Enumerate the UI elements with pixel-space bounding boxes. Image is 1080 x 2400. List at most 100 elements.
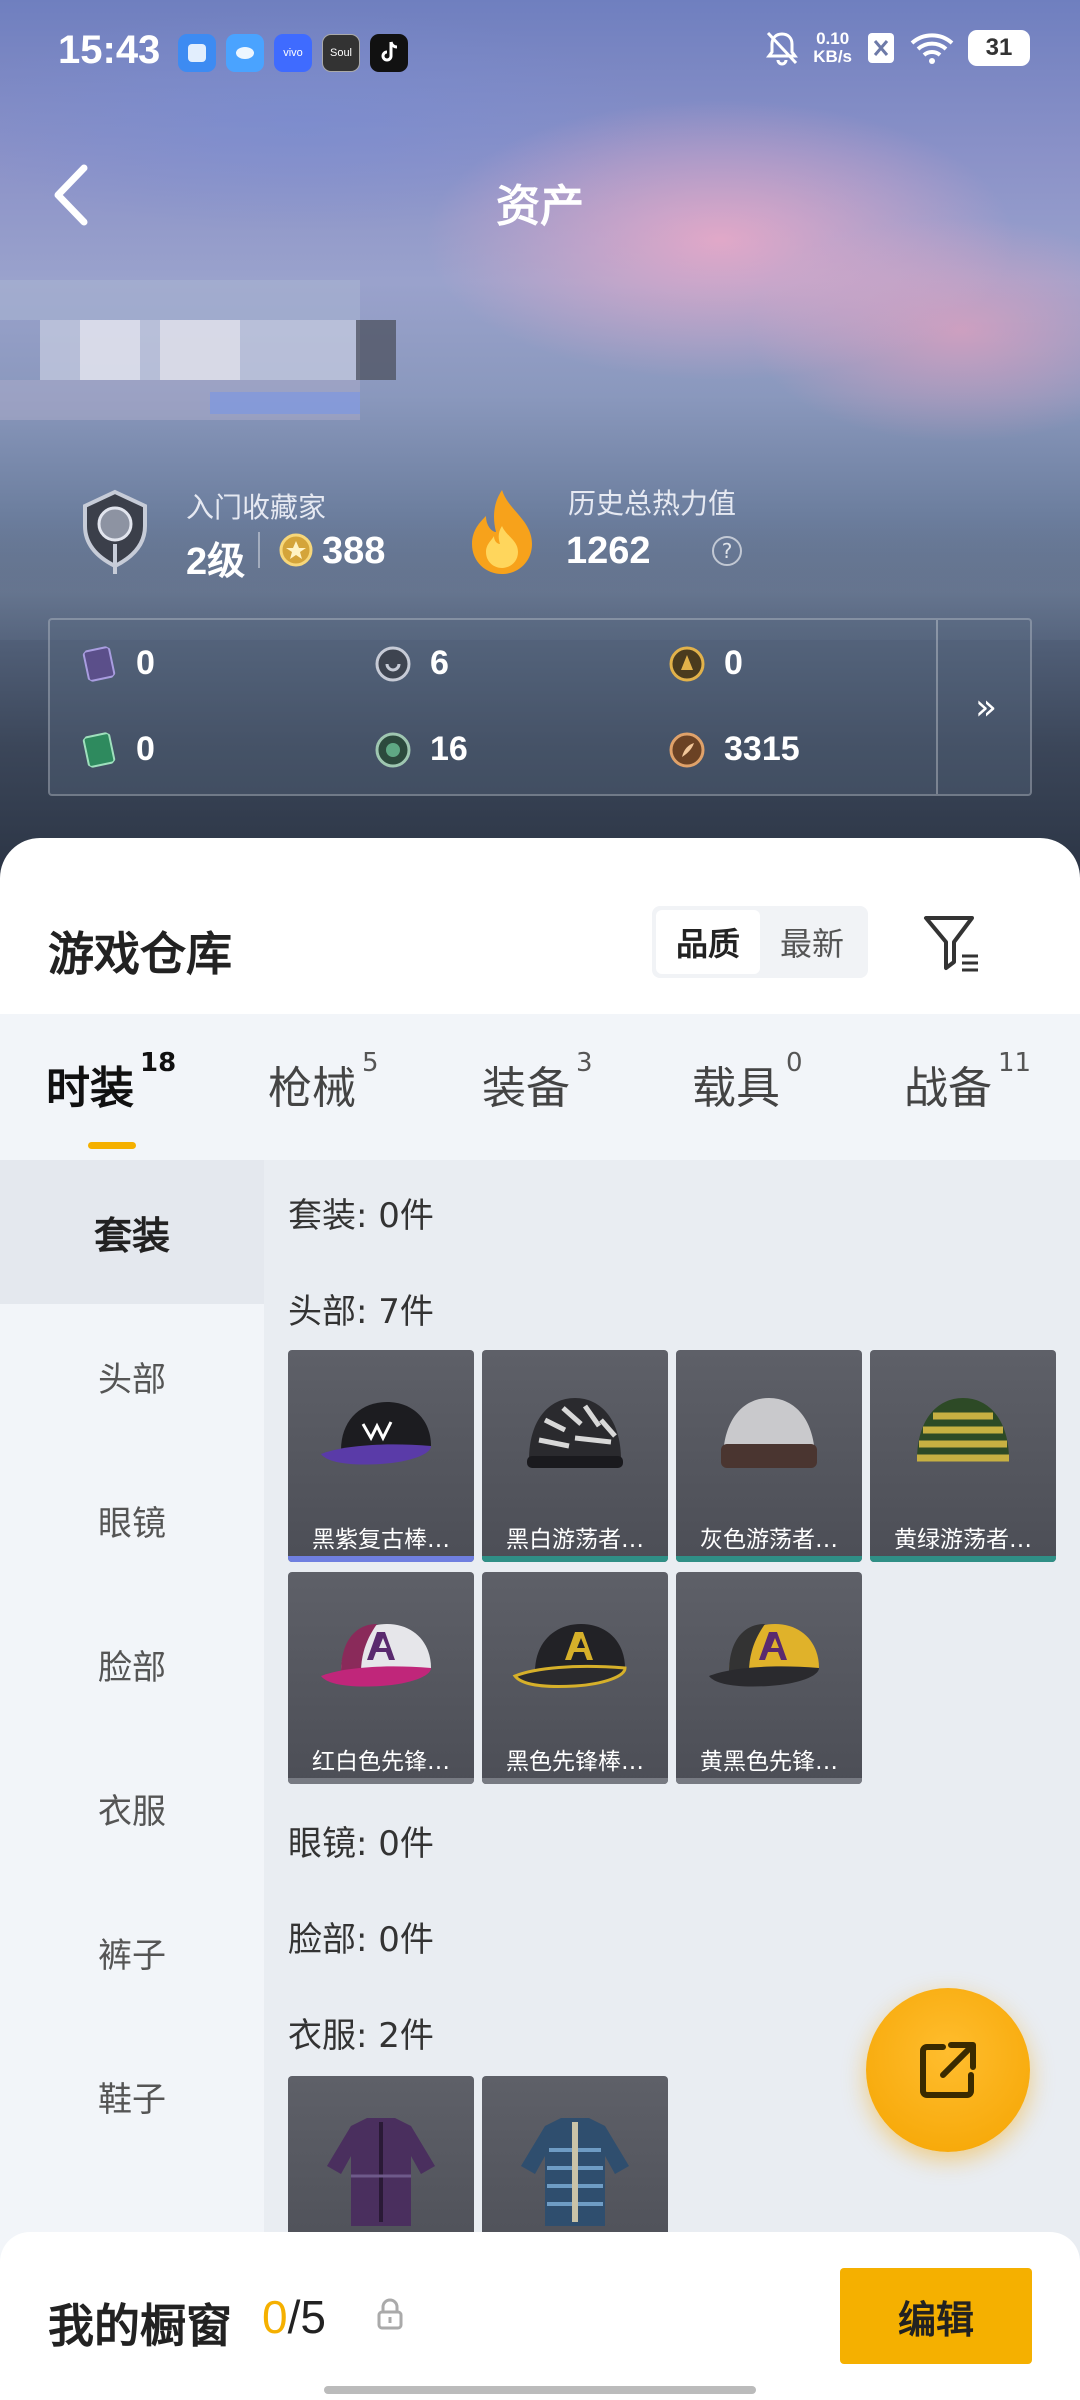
showcase-count: 0/5 xyxy=(262,2291,326,2343)
soul-app-icon: Soul xyxy=(322,34,360,72)
tab-equipment[interactable]: 装备 3 xyxy=(482,1048,593,1116)
section-title-glasses: 眼镜: 0件 xyxy=(288,1824,434,1864)
rarity-bar xyxy=(482,1556,668,1562)
green-orb-icon xyxy=(375,732,411,767)
item-name: 黄黑色先锋… xyxy=(700,1749,838,1775)
side-item-head[interactable]: 头部 xyxy=(0,1304,264,1448)
item-card[interactable]: 红白色先锋… xyxy=(288,1572,474,1784)
heat-title: 历史总热力值 xyxy=(568,487,737,520)
showcase-label: 我的橱窗 xyxy=(48,2299,232,2353)
item-card[interactable]: 灰色游荡者… xyxy=(676,1350,862,1562)
beanie-icon xyxy=(721,1398,817,1468)
item-name: 灰色游荡者… xyxy=(700,1527,838,1553)
rarity-bar xyxy=(676,1556,862,1562)
collector-points: 388 xyxy=(322,530,386,572)
category-tabs: 时装 18 枪械 5 装备 3 载具 0 战备 11 xyxy=(0,1014,1080,1160)
rarity-bar xyxy=(288,1556,474,1562)
currency-item: 6 xyxy=(374,644,449,683)
external-link-icon xyxy=(920,2042,976,2098)
currency-item: 16 xyxy=(374,730,468,769)
status-time: 15:43 xyxy=(58,28,161,72)
vivo-app-icon: vivo xyxy=(274,34,312,72)
app-notification-icon xyxy=(226,34,264,72)
rarity-bar xyxy=(482,1778,668,1784)
active-tab-indicator xyxy=(88,1142,136,1149)
status-app-icons: vivo Soul xyxy=(178,34,408,72)
tab-supplies[interactable]: 战备 11 xyxy=(904,1048,1031,1116)
currency-item: 0 xyxy=(80,644,155,683)
flame-icon xyxy=(472,490,532,574)
wifi-icon xyxy=(910,33,954,64)
item-card[interactable]: 黄黑色先锋… xyxy=(676,1572,862,1784)
tab-guns[interactable]: 枪械 5 xyxy=(268,1048,379,1116)
warehouse-title: 游戏仓库 xyxy=(48,927,232,981)
tiktok-app-icon xyxy=(370,34,408,72)
currency-item: 0 xyxy=(668,644,743,683)
item-card[interactable]: 黑白游荡者… xyxy=(482,1350,668,1562)
ticket-green-icon xyxy=(82,731,116,768)
collector-level: 2级 xyxy=(186,541,246,583)
rarity-bar xyxy=(288,1778,474,1784)
side-menu: 套装 头部 眼镜 脸部 衣服 裤子 鞋子 xyxy=(0,1160,264,2400)
warehouse-sheet: 游戏仓库 品质 最新 时装 18 枪械 5 装备 3 载具 0 战备 11 套装 头部 眼… xyxy=(0,838,1080,2400)
side-item-clothes[interactable]: 衣服 xyxy=(0,1736,264,1880)
beanie-icon xyxy=(527,1398,623,1468)
battery-indicator: 31 xyxy=(968,30,1030,66)
currency-more-button[interactable]: » xyxy=(938,620,1034,794)
item-card[interactable]: 黑色先锋棒… xyxy=(482,1572,668,1784)
bronze-coin-icon xyxy=(669,732,705,767)
gold-coin-icon xyxy=(669,646,705,681)
showcase-bar: 我的橱窗 0/5 编辑 xyxy=(0,2232,1080,2400)
side-item-shoes[interactable]: 鞋子 xyxy=(0,2024,264,2168)
baseball-cap-icon xyxy=(321,1402,431,1465)
lock-icon xyxy=(377,2298,403,2330)
beanie-icon xyxy=(917,1398,1009,1462)
app-notification-icon xyxy=(178,34,216,72)
item-name: 红白色先锋… xyxy=(312,1749,450,1775)
item-name: 黑紫复古棒… xyxy=(312,1527,450,1553)
status-bar: 15:43 vivo Soul 0.10 KB/s 31 xyxy=(0,0,1080,105)
sort-quality-option[interactable]: 品质 xyxy=(656,910,760,974)
tab-fashion[interactable]: 时装 18 xyxy=(46,1048,176,1116)
item-name: 黑色先锋棒… xyxy=(506,1749,644,1775)
item-card[interactable]: 黑紫复古棒… xyxy=(288,1350,474,1562)
puffer-jacket-icon xyxy=(521,2118,629,2226)
jacket-icon xyxy=(327,2118,435,2226)
mute-bell-icon xyxy=(766,31,799,66)
section-title-clothes: 衣服: 2件 xyxy=(288,2016,434,2056)
silver-coin-icon xyxy=(375,646,411,681)
tab-vehicles[interactable]: 载具 0 xyxy=(692,1048,803,1116)
heat-value: 1262 xyxy=(566,530,651,572)
baseball-cap-icon xyxy=(709,1624,819,1687)
item-name: 黄绿游荡者… xyxy=(894,1527,1032,1553)
currency-panel: 0 6 0 0 16 3315 » xyxy=(48,618,1032,796)
side-item-face[interactable]: 脸部 xyxy=(0,1592,264,1736)
rarity-bar xyxy=(870,1556,1056,1562)
currency-item: 3315 xyxy=(668,730,800,769)
sort-toggle: 品质 最新 xyxy=(652,906,868,978)
item-card[interactable]: 黄绿游荡者… xyxy=(870,1350,1056,1562)
edit-button[interactable]: 编辑 xyxy=(840,2268,1032,2364)
baseball-cap-icon xyxy=(321,1624,431,1687)
sort-latest-option[interactable]: 最新 xyxy=(760,910,864,974)
filter-icon xyxy=(924,916,978,972)
medal-points-icon xyxy=(279,533,313,567)
status-right: 0.10 KB/s 31 xyxy=(765,30,1030,66)
sim-off-icon xyxy=(868,33,894,63)
currency-item: 0 xyxy=(80,730,155,769)
collector-badge-icon xyxy=(83,489,147,574)
ticket-purple-icon xyxy=(82,645,116,682)
redacted-user-info xyxy=(0,280,400,440)
baseball-cap-icon xyxy=(512,1624,627,1688)
section-title-head: 头部: 7件 xyxy=(288,1292,434,1332)
side-item-pants[interactable]: 裤子 xyxy=(0,1880,264,2024)
home-indicator[interactable] xyxy=(324,2386,756,2394)
section-title-suit: 套装: 0件 xyxy=(288,1196,434,1236)
page-title: 资产 xyxy=(496,181,584,232)
help-icon[interactable]: ? xyxy=(712,536,742,566)
filter-button[interactable] xyxy=(920,910,990,974)
item-name: 黑白游荡者… xyxy=(506,1527,644,1553)
side-item-suit[interactable]: 套装 xyxy=(0,1160,264,1304)
side-item-glasses[interactable]: 眼镜 xyxy=(0,1448,264,1592)
share-fab-button[interactable] xyxy=(866,1988,1030,2152)
